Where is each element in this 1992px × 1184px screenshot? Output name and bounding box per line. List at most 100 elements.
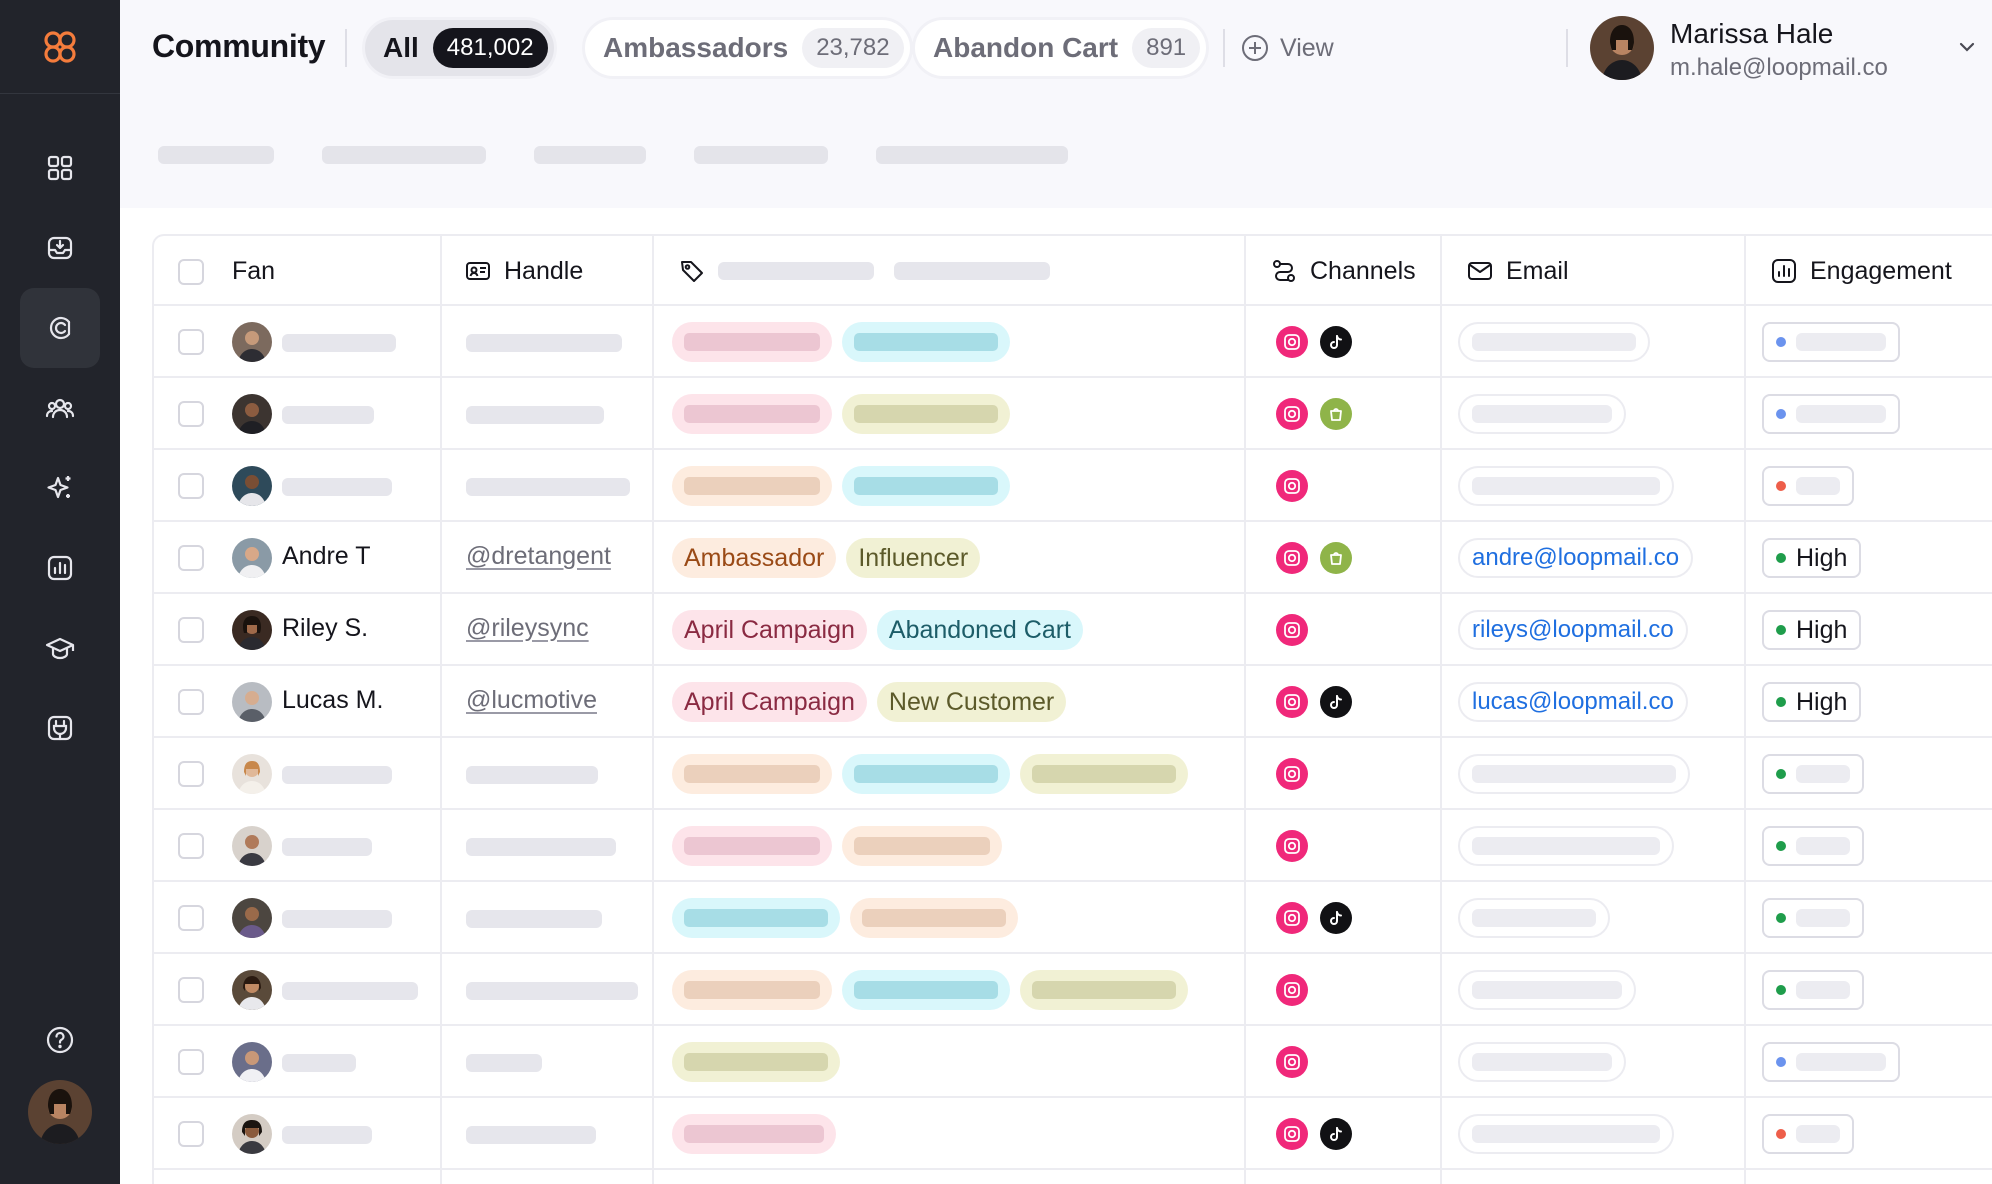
email-pill[interactable] [1458, 322, 1650, 362]
table-row[interactable] [154, 954, 1992, 1026]
sidebar-item-learn[interactable] [20, 608, 100, 688]
email-link[interactable]: lucas@loopmail.co [1458, 682, 1688, 722]
row-checkbox[interactable] [178, 1121, 204, 1147]
sidebar-user-avatar[interactable] [28, 1080, 92, 1144]
tiktok-icon[interactable] [1320, 902, 1352, 934]
table-row[interactable]: Andre T @dretangent Ambassador Influence… [154, 522, 1992, 594]
sidebar-item-ai[interactable] [20, 448, 100, 528]
row-checkbox[interactable] [178, 761, 204, 787]
table-row[interactable] [154, 1026, 1992, 1098]
email-pill[interactable] [1458, 898, 1610, 938]
fan-handle-link[interactable]: @dretangent [466, 542, 611, 571]
shopify-icon[interactable] [1320, 542, 1352, 574]
tag-chip[interactable] [672, 466, 832, 506]
fan-name[interactable]: Riley S. [282, 614, 368, 643]
sidebar-item-analytics[interactable] [20, 528, 100, 608]
email-link[interactable]: rileys@loopmail.co [1458, 610, 1688, 650]
tag-chip[interactable] [672, 898, 840, 938]
instagram-icon[interactable] [1276, 614, 1308, 646]
row-checkbox[interactable] [178, 905, 204, 931]
tag-chip[interactable] [1020, 754, 1188, 794]
tag-chip[interactable] [1020, 970, 1188, 1010]
shopify-icon[interactable] [1320, 398, 1352, 430]
sidebar-item-community[interactable] [20, 368, 100, 448]
column-header-handle[interactable]: Handle [464, 236, 583, 306]
table-row[interactable] [154, 306, 1992, 378]
tag-chip[interactable] [842, 466, 1010, 506]
email-pill[interactable] [1458, 970, 1636, 1010]
row-checkbox[interactable] [178, 977, 204, 1003]
instagram-icon[interactable] [1276, 974, 1308, 1006]
instagram-icon[interactable] [1276, 1046, 1308, 1078]
brand-logo[interactable] [0, 0, 120, 94]
sidebar-item-inbox[interactable] [20, 208, 100, 288]
instagram-icon[interactable] [1276, 758, 1308, 790]
tag-chip[interactable]: Ambassador [672, 538, 837, 578]
user-menu[interactable]: Marissa Hale m.hale@loopmail.co [1590, 14, 1980, 84]
tiktok-icon[interactable] [1320, 1118, 1352, 1150]
tag-chip[interactable] [672, 322, 832, 362]
column-header-channels[interactable]: Channels [1270, 236, 1416, 306]
tab-ambassadors[interactable]: Ambassadors 23,782 [585, 20, 910, 76]
tag-chip[interactable] [672, 394, 832, 434]
row-checkbox[interactable] [178, 545, 204, 571]
tag-chip[interactable] [672, 1114, 836, 1154]
instagram-icon[interactable] [1276, 902, 1308, 934]
fan-handle-link[interactable]: @lucmotive [466, 686, 597, 715]
tag-chip[interactable] [672, 826, 832, 866]
row-checkbox[interactable] [178, 401, 204, 427]
fan-name[interactable]: Andre T [282, 542, 370, 571]
tiktok-icon[interactable] [1320, 326, 1352, 358]
sidebar-item-help[interactable] [20, 1000, 100, 1080]
tag-chip[interactable]: New Customer [876, 682, 1067, 722]
row-checkbox[interactable] [178, 617, 204, 643]
email-pill[interactable] [1458, 466, 1674, 506]
row-checkbox[interactable] [178, 833, 204, 859]
tag-chip[interactable] [842, 322, 1010, 362]
tag-chip[interactable] [672, 754, 832, 794]
instagram-icon[interactable] [1276, 326, 1308, 358]
instagram-icon[interactable] [1276, 1118, 1308, 1150]
sidebar-item-dashboard[interactable] [20, 128, 100, 208]
sidebar-item-integrations[interactable] [20, 688, 100, 768]
email-pill[interactable] [1458, 394, 1626, 434]
row-checkbox[interactable] [178, 329, 204, 355]
tab-all[interactable]: All 481,002 [365, 20, 554, 76]
table-row[interactable] [154, 1098, 1992, 1170]
table-row[interactable]: Riley S. @rileysync April Campaign Aband… [154, 594, 1992, 666]
instagram-icon[interactable] [1276, 398, 1308, 430]
tag-chip[interactable]: April Campaign [672, 682, 867, 722]
tag-chip[interactable] [850, 898, 1018, 938]
row-checkbox[interactable] [178, 1049, 204, 1075]
table-row[interactable] [154, 378, 1992, 450]
instagram-icon[interactable] [1276, 470, 1308, 502]
tag-chip[interactable] [842, 754, 1010, 794]
tag-chip[interactable] [842, 826, 1002, 866]
instagram-icon[interactable] [1276, 686, 1308, 718]
tag-chip[interactable]: Influencer [846, 538, 981, 578]
table-row[interactable] [154, 738, 1992, 810]
tab-abandon-cart[interactable]: Abandon Cart 891 [915, 20, 1207, 76]
add-view-button[interactable]: View [1240, 28, 1334, 68]
fan-handle-link[interactable]: @rileysync [466, 614, 589, 643]
tag-chip[interactable]: Abandoned Cart [876, 610, 1084, 650]
table-row[interactable] [154, 810, 1992, 882]
tag-chip[interactable] [842, 394, 1010, 434]
tag-chip[interactable]: April Campaign [672, 610, 867, 650]
instagram-icon[interactable] [1276, 830, 1308, 862]
column-header-email[interactable]: Email [1466, 236, 1569, 306]
table-row[interactable] [154, 882, 1992, 954]
tag-chip[interactable] [672, 1042, 840, 1082]
tag-chip[interactable] [842, 970, 1010, 1010]
email-link[interactable]: andre@loopmail.co [1458, 538, 1694, 578]
table-row[interactable]: Lucas M. @lucmotive April Campaign New C… [154, 666, 1992, 738]
tiktok-icon[interactable] [1320, 686, 1352, 718]
row-checkbox[interactable] [178, 689, 204, 715]
instagram-icon[interactable] [1276, 542, 1308, 574]
select-all-checkbox[interactable] [178, 259, 204, 285]
sidebar-item-campaigns[interactable] [20, 288, 100, 368]
email-pill[interactable] [1458, 826, 1674, 866]
row-checkbox[interactable] [178, 473, 204, 499]
tag-chip[interactable] [672, 970, 832, 1010]
column-header-tags[interactable] [678, 236, 1050, 306]
